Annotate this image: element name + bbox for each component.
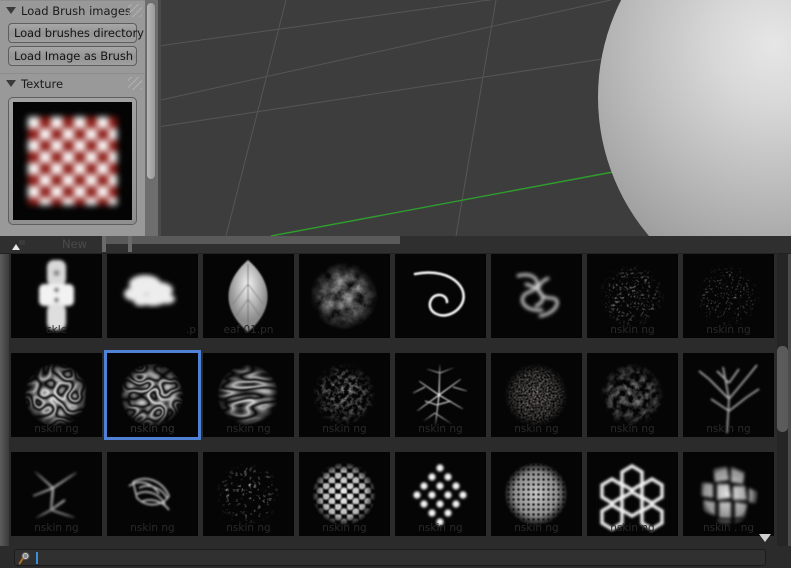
browser-bottom-bar [0,546,791,568]
browser-scrollbar-thumb[interactable] [777,346,788,432]
checker-pattern [28,117,117,205]
thumbnail-item[interactable]: nskin ng [395,353,486,437]
panel-title: Texture [21,76,64,91]
header-tick [102,236,106,252]
panel-header-load-brush-images[interactable]: Load Brush images [0,0,145,20]
thumbnail-item-selected[interactable]: nskin ng [104,350,201,440]
thumbnail-item[interactable]: nskin ng [587,353,678,437]
thumbnail-item[interactable] [491,254,582,338]
search-input[interactable] [14,549,766,566]
thumbnail-item[interactable]: .p [107,254,198,338]
texture-preview-image [13,102,132,220]
thumbnail-item[interactable]: nskin ng [491,353,582,437]
thumbnail-label: nskin ng [514,522,559,534]
thumbnail-item[interactable]: nskin ng [107,452,198,536]
thumbnail-grid[interactable]: ckle .p eaf 01.pn nskin ng nskin ng nski… [9,254,775,552]
header-tick [128,236,132,252]
panel-title: Load Brush images [21,3,131,18]
expand-down-arrow-icon[interactable] [759,534,771,542]
thumbnail-item[interactable] [299,254,390,338]
thumbnail-item[interactable]: eaf 01.pn [203,254,294,338]
thumbnail-label: nskin ng [610,423,655,435]
thumbnail-item[interactable]: nskin ng [11,353,102,437]
thumbnail-item[interactable]: nskin ng [203,452,294,536]
header-label: New [62,237,88,251]
button-label: Load brushes directory [14,26,144,40]
magnifier-icon [18,551,30,564]
thumbnail-label: nskin ng [610,522,655,534]
thumbnail-art-burst [299,254,390,338]
thumbnail-label: nskin ng [322,522,367,534]
thumbnail-item[interactable]: nskin ng [203,353,294,437]
thumbnail-art-swirl [413,271,465,317]
thumbnail-item[interactable]: nskin ng [395,452,486,536]
sphere-object[interactable] [598,0,791,236]
file-browser: New ckle .p eaf 01.pn nskin ng nskin ng … [0,236,791,568]
thumbnail-label: nskin ng [322,423,367,435]
sidebar-scrollbar-thumb[interactable] [146,2,156,180]
chevron-down-icon [6,7,16,14]
panel-grip-icon [128,4,142,17]
image-icon [12,240,25,250]
thumbnail-label: nskin ng [130,423,175,435]
thumbnail-item[interactable]: nskin ng [683,254,774,338]
thumbnail-label: nskin ng [226,522,271,534]
thumbnail-label: nskin ng [610,324,655,336]
thumbnail-item[interactable]: nskin ng [683,353,774,437]
thumbnail-row: nskin ng nskin ng nskin ng nskin ng nski… [9,452,775,551]
thumbnail-label: nskin ng [514,423,559,435]
browser-left-gutter [0,254,9,568]
thumbnail-label: nskin ng [34,522,79,534]
thumbnail-item[interactable]: nskin ng [587,452,678,536]
thumbnail-label: nskin . ng [702,522,755,534]
thumbnail-label: nskin ng [418,423,463,435]
thumbnail-row: ckle .p eaf 01.pn nskin ng nskin ng [9,254,775,353]
thumbnail-item[interactable]: nskin ng [299,353,390,437]
thumbnail-art-smoke [516,273,559,318]
thumbnail-label: eaf 01.pn [223,324,274,336]
thumbnail-row: nskin ng nskin ng nskin ng nskin ng nski… [9,350,775,452]
panel-header-texture[interactable]: Texture [0,73,145,93]
text-caret [36,551,38,564]
thumbnail-item[interactable]: nskin . ng [683,452,774,536]
texture-preview-button[interactable] [8,97,137,225]
load-image-as-brush-button[interactable]: Load Image as Brush [8,46,137,66]
thumbnail-label: nskin ng [706,324,751,336]
thumbnail-label: nskin ng [706,423,751,435]
file-browser-header: New [0,236,791,254]
load-brushes-directory-button[interactable]: Load brushes directory [8,23,144,43]
thumbnail-label: nskin ng [418,522,463,534]
thumbnail-item[interactable]: nskin ng [11,452,102,536]
thumbnail-item[interactable]: nskin ng [491,452,582,536]
thumbnail-label: nskin ng [226,423,271,435]
header-strip [105,236,400,244]
thumbnail-item[interactable]: nskin ng [587,254,678,338]
thumbnail-label: ckle [45,324,68,336]
chevron-down-icon [6,80,16,87]
thumbnail-item[interactable] [395,254,486,338]
panel-grip-icon [128,77,142,90]
thumbnail-label: nskin ng [34,423,79,435]
thumbnail-label: .p [185,324,196,336]
tool-sidebar: Load Brush images Load brushes directory… [0,0,145,236]
viewport-3d[interactable] [161,0,791,236]
button-label: Load Image as Brush [14,49,133,63]
thumbnail-item[interactable]: nskin ng [299,452,390,536]
blender-window: Load Brush images Load brushes directory… [0,0,791,568]
thumbnail-item[interactable]: ckle [11,254,102,338]
thumbnail-label: nskin ng [130,522,175,534]
